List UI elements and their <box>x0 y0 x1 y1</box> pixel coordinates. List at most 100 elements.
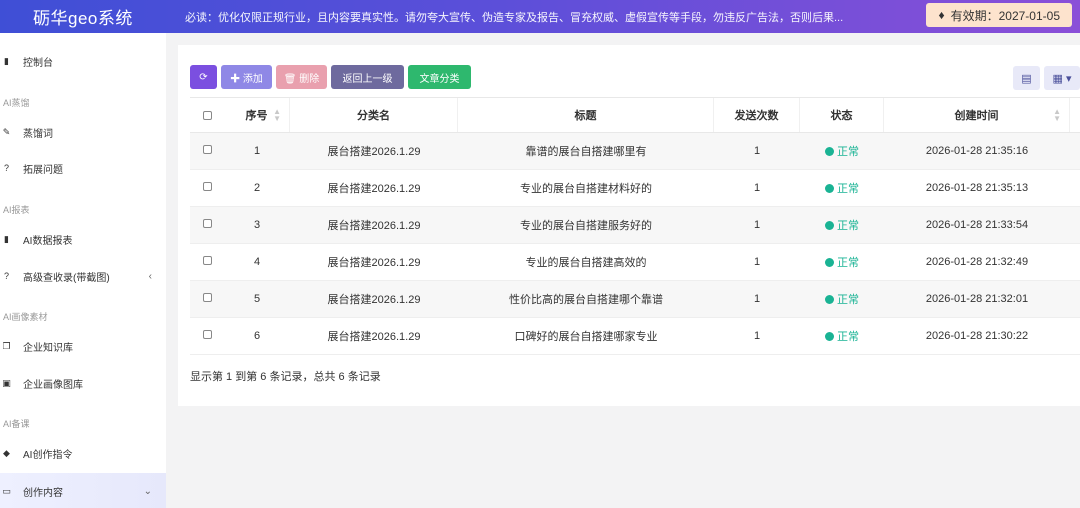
table-row[interactable]: 4 展台搭建2026.1.29 专业的展台自搭建高效的 1 正常 2026-01… <box>190 244 1080 281</box>
column-header-index[interactable]: 序号 ▲ ▼ <box>224 98 290 132</box>
chevron-down-icon: ⌄ <box>143 485 152 497</box>
sidebar-item-label: 企业画像图库 <box>23 379 83 391</box>
toolbar: ⟳ ✚ 添加 🗑 删除 返回上一级 文章分类 <box>190 65 471 89</box>
cell-index: 5 <box>253 293 261 305</box>
cell-index: 2 <box>253 182 261 194</box>
cell-created: 2026-01-28 21:32:49 <box>925 256 1029 268</box>
folder-open-icon: ▭ <box>2 485 11 496</box>
cell-index: 3 <box>253 219 261 231</box>
sidebar-item-ai-prompt[interactable]: ◆ AI创作指令 <box>0 435 166 471</box>
delete-button[interactable]: 🗑 删除 <box>276 65 327 89</box>
row-checkbox[interactable] <box>190 256 224 268</box>
cell-created: 2026-01-28 21:35:16 <box>925 145 1029 157</box>
cell-title: 靠谱的展台自搭建哪里有 <box>525 146 647 158</box>
cell-send-count: 1 <box>753 219 761 231</box>
select-all-checkbox[interactable] <box>190 98 224 132</box>
sidebar-item-dashboard[interactable]: ▮ 控制台 <box>0 43 166 79</box>
status-badge: 正常 <box>800 328 884 344</box>
grid-view-icon[interactable]: ▦ ▾ <box>1044 66 1080 90</box>
gem-icon: ♦ <box>938 8 945 22</box>
sort-icon[interactable]: ▲ ▼ <box>1053 108 1061 123</box>
cell-category: 展台搭建2026.1.29 <box>327 331 421 343</box>
cell-category: 展台搭建2026.1.29 <box>327 183 421 195</box>
cell-send-count: 1 <box>753 330 761 342</box>
refresh-button[interactable]: ⟳ <box>190 65 217 89</box>
row-checkbox[interactable] <box>190 293 224 305</box>
back-button[interactable]: 返回上一级 <box>331 65 404 89</box>
sidebar-item-label: 控制台 <box>23 57 53 69</box>
sidebar-item-ai-report[interactable]: ▮ AI数据报表 <box>0 221 166 257</box>
expiry-badge[interactable]: ♦ 有效期：2027-01-05 <box>926 3 1072 27</box>
data-table: 序号 ▲ ▼ 分类名 标题 发送次数 状态 创建时间 ▲ ▼ 1 展台搭建2026.1.… <box>190 97 1080 355</box>
column-header-created[interactable]: 创建时间 ▲ ▼ <box>884 98 1070 132</box>
cell-send-count: 1 <box>753 145 761 157</box>
sidebar-item-knowledge-base[interactable]: ❐ 企业知识库 <box>0 328 166 364</box>
sort-icon[interactable]: ▲ ▼ <box>273 108 281 123</box>
table-row[interactable]: 2 展台搭建2026.1.29 专业的展台自搭建材料好的 1 正常 2026-0… <box>190 170 1080 207</box>
cell-category: 展台搭建2026.1.29 <box>327 257 421 269</box>
sidebar: ▮ 控制台 AI蒸馏 ✎ 蒸馏词 ? 拓展问题 AI报表 ▮ AI数据报表 ? … <box>0 33 166 508</box>
bar-chart-icon: ▮ <box>4 233 9 244</box>
sidebar-item-expand-questions[interactable]: ? 拓展问题 <box>0 150 166 186</box>
brand-title[interactable]: 砺华geo系统 <box>0 4 166 29</box>
cell-index: 4 <box>253 256 261 268</box>
status-badge: 正常 <box>800 254 884 270</box>
sidebar-item-label: AI数据报表 <box>23 235 73 247</box>
image-icon: ▣ <box>2 377 11 388</box>
table-row[interactable]: 3 展台搭建2026.1.29 专业的展台自搭建服务好的 1 正常 2026-0… <box>190 207 1080 244</box>
column-header-title: 标题 <box>458 98 714 132</box>
row-checkbox[interactable] <box>190 145 224 157</box>
cell-created: 2026-01-28 21:30:22 <box>925 330 1029 342</box>
cell-title: 专业的展台自搭建高效的 <box>525 257 647 269</box>
sidebar-group-distill: AI蒸馏 <box>3 98 30 108</box>
add-button[interactable]: ✚ 添加 <box>221 65 272 89</box>
table-row[interactable]: 1 展台搭建2026.1.29 靠谱的展台自搭建哪里有 1 正常 2026-01… <box>190 133 1080 170</box>
sidebar-item-content[interactable]: ▭ 创作内容 ⌄ <box>0 473 166 508</box>
cell-category: 展台搭建2026.1.29 <box>327 146 421 158</box>
status-badge: 正常 <box>800 143 884 159</box>
row-checkbox[interactable] <box>190 182 224 194</box>
sidebar-group-portrait: AI画像素材 <box>3 312 48 322</box>
cell-category: 展台搭建2026.1.29 <box>327 294 421 306</box>
table-row[interactable]: 5 展台搭建2026.1.29 性价比高的展台自搭建哪个靠谱 1 正常 2026… <box>190 281 1080 318</box>
view-toggle: ▤ ▦ ▾ <box>1013 66 1080 90</box>
status-badge: 正常 <box>800 180 884 196</box>
cell-created: 2026-01-28 21:33:54 <box>925 219 1029 231</box>
row-checkbox[interactable] <box>190 330 224 342</box>
column-header-send-count: 发送次数 <box>714 98 800 132</box>
cell-title: 口碑好的展台自搭建哪家专业 <box>514 331 658 343</box>
sidebar-item-label: 蒸馏词 <box>23 128 53 140</box>
copy-icon: ❐ <box>2 340 11 351</box>
cell-title: 专业的展台自搭建材料好的 <box>520 183 652 195</box>
content-panel: ⟳ ✚ 添加 🗑 删除 返回上一级 文章分类 ▤ ▦ ▾ 序号 ▲ ▼ 分类名 标题… <box>178 45 1080 406</box>
status-badge: 正常 <box>800 217 884 233</box>
top-bar: 砺华geo系统 必读：优化仅限正规行业，且内容要真实性。请勿夸大宣传、伪造专家及… <box>0 0 1080 33</box>
pagination-summary: 显示第 1 到第 6 条记录，总共 6 条记录 <box>190 371 381 383</box>
question-circle-icon: ? <box>3 163 9 173</box>
sidebar-item-label: 企业知识库 <box>23 342 73 354</box>
sidebar-group-report: AI报表 <box>3 205 30 215</box>
sidebar-item-distill-words[interactable]: ✎ 蒸馏词 <box>0 114 166 150</box>
pencil-icon: ✎ <box>2 126 11 137</box>
cell-index: 1 <box>253 145 261 157</box>
tag-icon: ◆ <box>3 447 10 458</box>
question-circle-icon: ? <box>3 271 9 281</box>
list-view-icon[interactable]: ▤ <box>1013 66 1040 90</box>
table-header: 序号 ▲ ▼ 分类名 标题 发送次数 状态 创建时间 ▲ ▼ <box>190 97 1080 133</box>
cell-send-count: 1 <box>753 293 761 305</box>
sidebar-item-label: 创作内容 <box>23 487 63 499</box>
column-header-category: 分类名 <box>290 98 458 132</box>
cell-title: 性价比高的展台自搭建哪个靠谱 <box>509 294 663 306</box>
sidebar-item-image-gallery[interactable]: ▣ 企业画像图库 <box>0 365 166 401</box>
table-row[interactable]: 6 展台搭建2026.1.29 口碑好的展台自搭建哪家专业 1 正常 2026-… <box>190 318 1080 355</box>
chevron-left-icon: ‹ <box>148 270 152 282</box>
sidebar-group-prep: AI备课 <box>3 419 30 429</box>
row-checkbox[interactable] <box>190 219 224 231</box>
sidebar-item-label: 高级查收录(带截图) <box>23 272 110 284</box>
cell-created: 2026-01-28 21:32:01 <box>925 293 1029 305</box>
cell-send-count: 1 <box>753 256 761 268</box>
category-button[interactable]: 文章分类 <box>408 65 471 89</box>
notice-marquee: 必读：优化仅限正规行业，且内容要真实性。请勿夸大宣传、伪造专家及报告、冒充权威、… <box>185 11 844 24</box>
bar-chart-icon: ▮ <box>4 55 9 66</box>
sidebar-item-advanced-index[interactable]: ? 高级查收录(带截图) ‹ <box>0 258 166 294</box>
